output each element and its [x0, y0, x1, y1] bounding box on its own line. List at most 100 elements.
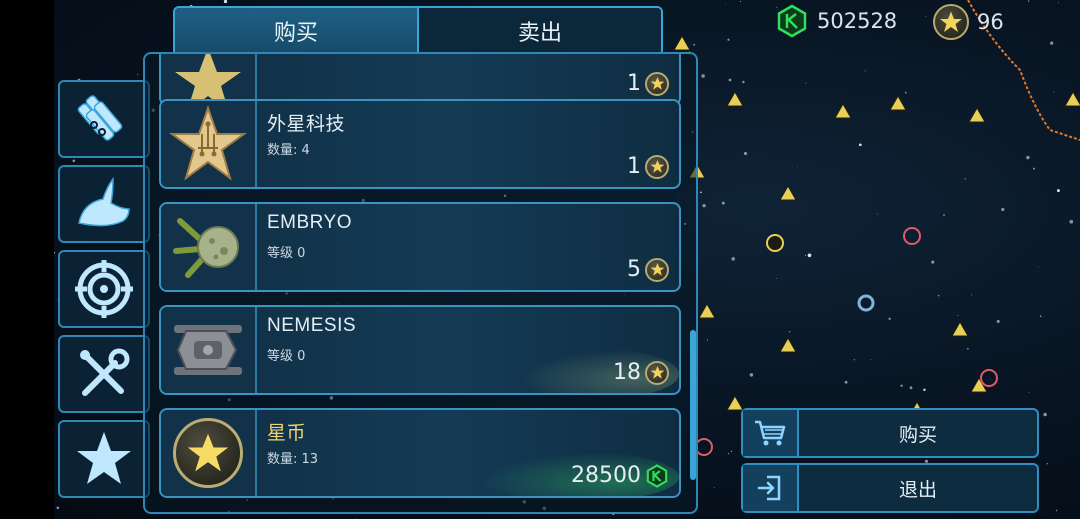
star-currency: 96: [933, 4, 1004, 40]
star-dot: [1046, 463, 1048, 465]
star-dot: [970, 294, 972, 296]
gem-icon: [777, 4, 807, 38]
list-item[interactable]: 1: [159, 54, 681, 106]
trophy-marker-icon[interactable]: [766, 234, 784, 252]
item-quantity: 数量: 4: [267, 143, 310, 158]
warning-marker-icon[interactable]: [968, 106, 986, 123]
star-dot: [904, 91, 907, 94]
nemesis-ship-icon: [174, 325, 242, 375]
star-dot: [925, 15, 927, 17]
category-tools-button[interactable]: [58, 335, 150, 413]
list-item[interactable]: 星币 数量: 13 28500: [159, 408, 681, 498]
item-thumbnail: [161, 307, 257, 393]
item-level: 等级 0: [267, 246, 306, 261]
star-dot: [1039, 315, 1042, 318]
star-dot: [1056, 189, 1060, 193]
star-icon: [77, 432, 131, 484]
list-item[interactable]: NEMESIS 等级 0 18: [159, 305, 681, 395]
star-dot: [844, 380, 848, 384]
warning-marker-icon[interactable]: [726, 394, 744, 411]
target-icon: [75, 260, 133, 318]
item-name: 星币: [267, 423, 307, 444]
buy-button[interactable]: 购买: [741, 408, 1039, 458]
gem-currency: 502528: [775, 4, 897, 38]
star-dot: [870, 358, 872, 360]
star-dot: [1027, 0, 1030, 2]
star-dot: [804, 254, 807, 257]
star-dot: [702, 204, 706, 208]
star-dot: [727, 452, 730, 455]
gem-icon: [646, 463, 668, 488]
star-dot: [1055, 509, 1058, 512]
item-price: 28500: [479, 452, 679, 496]
star-dot: [923, 388, 926, 392]
star-dot: [858, 143, 862, 147]
star-dot: [137, 74, 139, 76]
shop-item-list[interactable]: 1 外星科技 数量: 4 1 EMBRYO 等级 0 5 NEMESIS 等级 …: [143, 52, 698, 514]
gem-count: 502528: [817, 9, 898, 33]
enemy-marker-icon[interactable]: [980, 369, 998, 387]
star-dot: [900, 384, 903, 387]
warning-marker-icon[interactable]: [726, 90, 744, 107]
warning-marker-icon[interactable]: [951, 320, 969, 337]
rank-badge-icon: [175, 54, 241, 104]
warning-marker-icon[interactable]: [779, 336, 797, 353]
warning-marker-icon[interactable]: [673, 34, 691, 51]
list-item[interactable]: 外星科技 数量: 4 1: [159, 99, 681, 189]
star-dot: [1026, 155, 1030, 160]
warning-marker-icon[interactable]: [1064, 90, 1080, 107]
screen-edge: [0, 0, 54, 519]
enemy-marker-icon[interactable]: [903, 227, 921, 245]
enemy-marker-icon[interactable]: [695, 438, 713, 456]
list-item[interactable]: EMBRYO 等级 0 5: [159, 202, 681, 292]
warning-marker-icon[interactable]: [834, 102, 852, 119]
category-star-button[interactable]: [58, 420, 150, 498]
exit-button[interactable]: 退出: [741, 463, 1039, 513]
warning-marker-icon[interactable]: [698, 302, 716, 319]
star-dot: [1043, 412, 1047, 417]
item-price: 1: [627, 71, 669, 96]
star-dot: [937, 294, 940, 297]
star-dot: [776, 277, 778, 279]
star-dot: [967, 347, 969, 350]
portal-marker-icon[interactable]: [857, 294, 875, 312]
star-dot: [72, 159, 76, 163]
warning-marker-icon[interactable]: [779, 184, 797, 201]
star-dot: [1038, 266, 1039, 268]
star-dot: [864, 70, 866, 72]
tab-sell[interactable]: 卖出: [417, 8, 661, 54]
item-name: NEMESIS: [267, 315, 357, 336]
exit-button-label: 退出: [898, 478, 937, 501]
list-scrollbar[interactable]: [690, 330, 696, 480]
category-target-button[interactable]: [58, 250, 150, 328]
star-dot: [943, 214, 945, 216]
star-coin-icon: [645, 154, 669, 179]
star-coin-icon: [933, 4, 969, 40]
tab-buy[interactable]: 购买: [175, 8, 417, 54]
star-dot: [1053, 91, 1055, 93]
star-dot: [728, 78, 732, 82]
star-dot: [964, 178, 967, 180]
game-background: 502528 96 购买 卖出 1 外星科技 数量: 4 1 EMBRYO 等级…: [0, 0, 1080, 519]
star-dot: [1001, 207, 1005, 212]
star-dot: [706, 339, 709, 341]
star-dot: [743, 151, 748, 156]
star-dot: [739, 0, 742, 3]
star-dot: [1033, 167, 1035, 170]
star-dot: [853, 359, 856, 361]
star-coin-icon: [645, 360, 669, 385]
star-dot: [731, 257, 735, 261]
tools-icon: [80, 348, 130, 396]
item-price: 18: [519, 349, 679, 393]
warning-marker-icon[interactable]: [889, 94, 907, 111]
category-ammo-button[interactable]: [58, 80, 150, 158]
star-dot: [1028, 391, 1030, 393]
star-dot: [1050, 41, 1054, 45]
ammo-icon: [77, 95, 123, 143]
item-thumbnail: [161, 410, 257, 496]
alien-tech-icon: [168, 104, 248, 181]
category-claw-button[interactable]: [58, 165, 150, 243]
star-dot: [797, 165, 799, 167]
star-dot: [1058, 2, 1059, 4]
star-count: 96: [977, 10, 1004, 34]
